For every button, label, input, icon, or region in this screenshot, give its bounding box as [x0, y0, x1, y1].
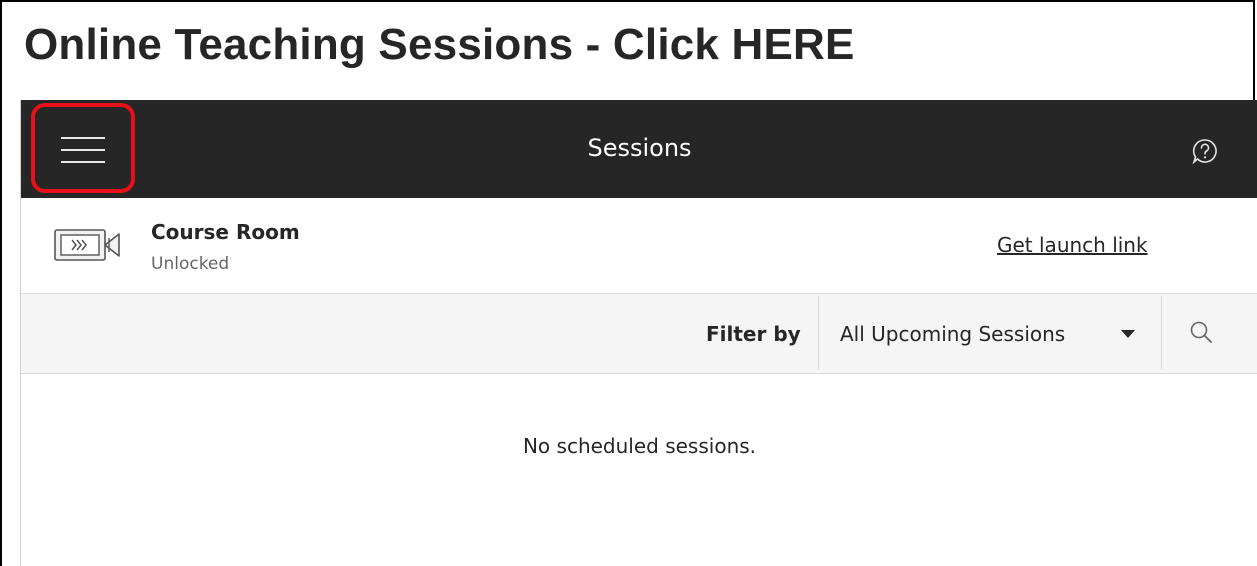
- sessions-panel: Sessions Course Room Unlocked Get launch…: [20, 100, 1257, 566]
- no-sessions-message: No scheduled sessions.: [522, 434, 757, 458]
- caret-down-icon: [1121, 330, 1135, 338]
- search-icon: [1190, 321, 1212, 343]
- search-button[interactable]: [1162, 296, 1257, 369]
- filter-label: Filter by: [706, 322, 801, 346]
- filter-bar: Filter by All Upcoming Sessions: [21, 294, 1257, 374]
- course-room-row: Course Room Unlocked Get launch link: [21, 198, 1257, 294]
- course-room-name[interactable]: Course Room: [151, 220, 300, 244]
- get-launch-link[interactable]: Get launch link: [997, 233, 1148, 257]
- help-question-icon[interactable]: [1191, 137, 1219, 165]
- filter-selected-value: All Upcoming Sessions: [840, 322, 1066, 346]
- topbar: Sessions: [21, 100, 1257, 198]
- page-title[interactable]: Online Teaching Sessions - Click HERE: [24, 20, 855, 70]
- video-camera-icon: [54, 229, 120, 261]
- topbar-title: Sessions: [587, 134, 692, 162]
- course-room-status: Unlocked: [151, 254, 230, 274]
- filter-dropdown[interactable]: All Upcoming Sessions: [819, 296, 1161, 369]
